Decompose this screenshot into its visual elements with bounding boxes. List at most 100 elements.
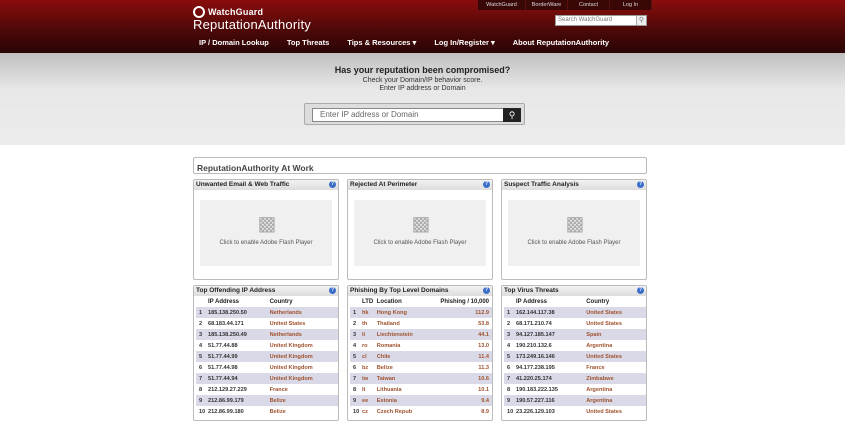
table-cell: 9 bbox=[504, 395, 516, 406]
table-row[interactable]: 6 bz Belize 11.3 bbox=[350, 362, 492, 373]
nav-tips-resources[interactable]: Tips & Resources ▾ bbox=[338, 36, 425, 50]
table-cell[interactable]: 51.77.44.98 bbox=[208, 362, 270, 373]
nav-top-threats[interactable]: Top Threats bbox=[278, 36, 338, 50]
table-cell: Argentina bbox=[586, 384, 646, 395]
table-row[interactable]: 7 51.77.44.94 United Kingdom bbox=[196, 373, 338, 384]
table-row[interactable]: 8 190.183.222.135 Argentina bbox=[504, 384, 646, 395]
table-cell: Spain bbox=[586, 329, 646, 340]
table-row[interactable]: 1 162.144.117.38 United States bbox=[504, 307, 646, 318]
table-row[interactable]: 1 hk Hong Kong 112.9 bbox=[350, 307, 492, 318]
table-row[interactable]: 9 190.57.227.116 Argentina bbox=[504, 395, 646, 406]
table-cell: 10 bbox=[504, 406, 516, 417]
help-icon[interactable]: ? bbox=[483, 181, 490, 188]
table-cell[interactable]: 51.77.44.88 bbox=[208, 340, 270, 351]
col-country: Country bbox=[586, 298, 610, 305]
table-row[interactable]: 2th Thailand 53.8 bbox=[350, 318, 492, 329]
table-row[interactable]: 5 cl Chile 11.4 bbox=[350, 351, 492, 362]
top-link-borderware[interactable]: BorderWare bbox=[526, 0, 568, 10]
table-cell[interactable]: ee bbox=[362, 395, 377, 406]
table-row[interactable]: 8 212.129.27.229 France bbox=[196, 384, 338, 395]
top-link-login[interactable]: Log In bbox=[610, 0, 652, 10]
table-cell[interactable]: li bbox=[362, 329, 377, 340]
table-row[interactable]: 5 51.77.44.99 United Kingdom bbox=[196, 351, 338, 362]
table-cell[interactable]: 212.129.27.229 bbox=[208, 384, 270, 395]
table-cell: United Kingdom bbox=[269, 351, 338, 362]
table-row[interactable]: 10 212.86.99.180 Belize bbox=[196, 406, 338, 417]
table-row[interactable]: 3 94.127.185.147 Spain bbox=[504, 329, 646, 340]
table-row[interactable]: 7 41.220.25.174 Zimbabwe bbox=[504, 373, 646, 384]
table-cell[interactable]: 23.226.129.103 bbox=[516, 406, 587, 417]
table-cell: 1 bbox=[196, 307, 208, 318]
table-cell[interactable]: 173.249.16.146 bbox=[516, 351, 587, 362]
site-search-input[interactable]: Search WatchGuard ⚲ bbox=[555, 15, 647, 26]
search-button[interactable]: ⚲ bbox=[503, 108, 521, 122]
table-cell[interactable]: hk bbox=[362, 307, 377, 318]
table-row[interactable]: 4 ro Romania 13.0 bbox=[350, 340, 492, 351]
table-cell: 4 bbox=[350, 340, 362, 351]
help-icon[interactable]: ? bbox=[637, 287, 644, 294]
table-row[interactable]: 8 lt Lithuania 10.1 bbox=[350, 384, 492, 395]
table-cell[interactable]: 94.177.238.195 bbox=[516, 362, 587, 373]
table-row[interactable]: 4 51.77.44.88 United Kingdom bbox=[196, 340, 338, 351]
table-cell: 6 bbox=[350, 362, 362, 373]
table-cell[interactable]: 51.77.44.94 bbox=[208, 373, 270, 384]
table-row[interactable]: 9 212.86.99.179 Belize bbox=[196, 395, 338, 406]
flash-placeholder[interactable]: ▩ Click to enable Adobe Flash Player bbox=[200, 200, 332, 266]
table-cell[interactable]: th bbox=[362, 318, 377, 329]
table-cell: Belize bbox=[376, 362, 425, 373]
table-row[interactable]: 2 68.183.44.171 United States bbox=[196, 318, 338, 329]
table-row[interactable]: 7 tw Taiwan 10.6 bbox=[350, 373, 492, 384]
help-icon[interactable]: ? bbox=[483, 287, 490, 294]
search-icon[interactable]: ⚲ bbox=[636, 16, 646, 25]
top-link-contact[interactable]: Contact bbox=[568, 0, 610, 10]
table-cell[interactable]: 190.57.227.116 bbox=[516, 395, 587, 406]
table-cell[interactable]: 41.220.25.174 bbox=[516, 373, 587, 384]
watchguard-logo[interactable]: WatchGuard ReputationAuthority bbox=[193, 6, 311, 32]
table-cell[interactable]: 212.86.99.180 bbox=[208, 406, 270, 417]
table-cell[interactable]: 185.138.250.49 bbox=[208, 329, 270, 340]
nav-about[interactable]: About ReputationAuthority bbox=[504, 36, 618, 50]
table-cell[interactable]: ro bbox=[362, 340, 377, 351]
table-cell[interactable]: 212.86.99.179 bbox=[208, 395, 270, 406]
top-link-watchguard[interactable]: WatchGuard bbox=[478, 0, 526, 10]
table-row[interactable]: 6 94.177.238.195 France bbox=[504, 362, 646, 373]
table-cell: 44.1 bbox=[424, 329, 492, 340]
table-row[interactable]: 9 ee Estonia 9.4 bbox=[350, 395, 492, 406]
flash-placeholder[interactable]: ▩ Click to enable Adobe Flash Player bbox=[508, 200, 640, 266]
table-cell[interactable]: 190.183.222.135 bbox=[516, 384, 587, 395]
table-cell: 11.3 bbox=[424, 362, 492, 373]
table-row[interactable]: 3 li Liechtenstein 44.1 bbox=[350, 329, 492, 340]
table-cell[interactable]: 94.127.185.147 bbox=[516, 329, 587, 340]
help-icon[interactable]: ? bbox=[329, 181, 336, 188]
table-cell[interactable]: bz bbox=[362, 362, 377, 373]
table-row[interactable]: 10 cz Czech Repub 8.9 bbox=[350, 406, 492, 417]
table-row[interactable]: 5 173.249.16.146 United States bbox=[504, 351, 646, 362]
table-cell: 2 bbox=[504, 318, 516, 329]
table-row[interactable]: 4 190.210.132.6 Argentina bbox=[504, 340, 646, 351]
table-cell[interactable]: lt bbox=[362, 384, 377, 395]
table-row[interactable]: 2 68.171.210.74 United States bbox=[504, 318, 646, 329]
table-cell[interactable]: 190.210.132.6 bbox=[516, 340, 587, 351]
help-icon[interactable]: ? bbox=[637, 181, 644, 188]
help-icon[interactable]: ? bbox=[329, 287, 336, 294]
table-cell[interactable]: cl bbox=[362, 351, 377, 362]
ip-search-input[interactable]: Enter IP address or Domain bbox=[312, 108, 508, 122]
table-cell[interactable]: cz bbox=[362, 406, 377, 417]
table-cell[interactable]: 185.138.250.50 bbox=[208, 307, 270, 318]
table-cell[interactable]: 68.171.210.74 bbox=[516, 318, 587, 329]
table-row[interactable]: 6 51.77.44.98 United Kingdom bbox=[196, 362, 338, 373]
nav-ip-domain-lookup[interactable]: IP / Domain Lookup bbox=[190, 36, 278, 50]
nav-login-register[interactable]: Log In/Register ▾ bbox=[425, 36, 503, 50]
table-cell[interactable]: 51.77.44.99 bbox=[208, 351, 270, 362]
panel-title: Suspect Traffic Analysis bbox=[504, 181, 579, 188]
table-cell: Thailand bbox=[376, 318, 425, 329]
table-cell[interactable]: 68.183.44.171 bbox=[208, 318, 270, 329]
flash-placeholder[interactable]: ▩ Click to enable Adobe Flash Player bbox=[354, 200, 486, 266]
table-cell: Belize bbox=[269, 395, 338, 406]
table-cell[interactable]: tw bbox=[362, 373, 377, 384]
table-row[interactable]: 10 23.226.129.103 United States bbox=[504, 406, 646, 417]
table-row[interactable]: 1 185.138.250.50 Netherlands bbox=[196, 307, 338, 318]
table-row[interactable]: 3 185.138.250.49 Netherlands bbox=[196, 329, 338, 340]
table-cell: 7 bbox=[196, 373, 208, 384]
table-cell[interactable]: 162.144.117.38 bbox=[516, 307, 587, 318]
